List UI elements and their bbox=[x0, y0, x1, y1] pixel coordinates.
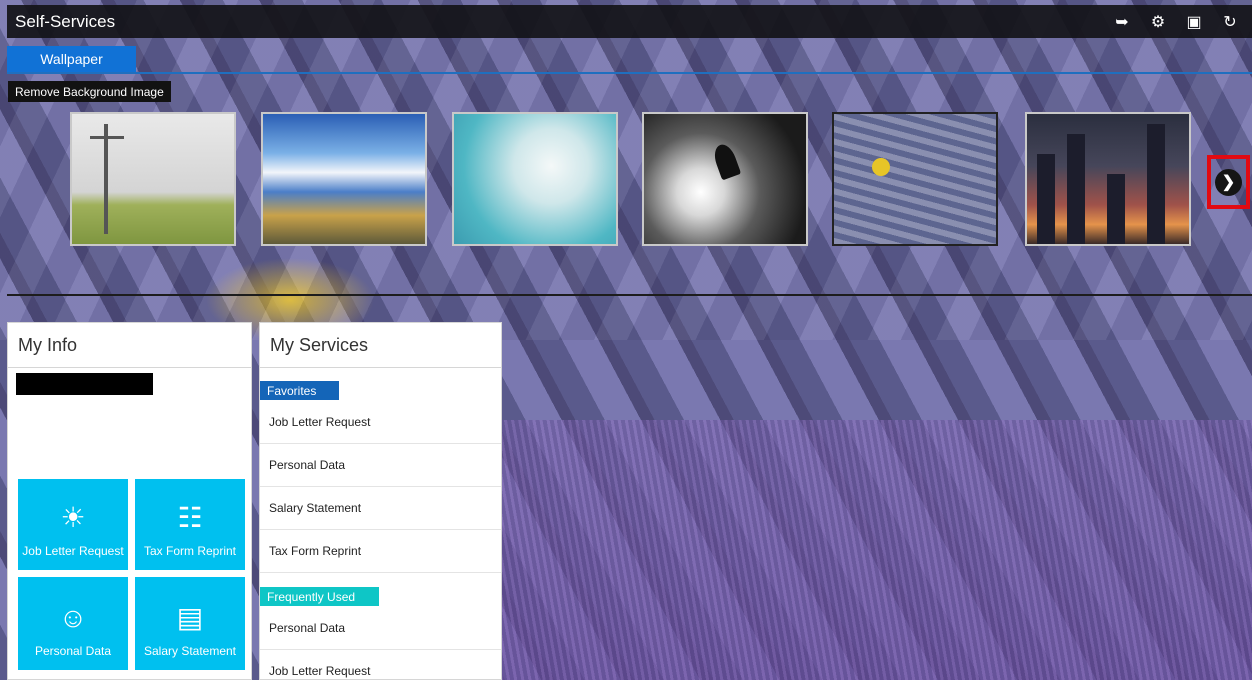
wallpaper-thumbnail-city-night[interactable] bbox=[1025, 112, 1191, 246]
org-chart-icon: ☷ bbox=[177, 502, 203, 533]
signpost-arm-graphic bbox=[90, 136, 124, 139]
tile-label: Salary Statement bbox=[143, 644, 237, 658]
tile-label: Personal Data bbox=[34, 644, 112, 658]
remove-background-button[interactable]: Remove Background Image bbox=[8, 81, 171, 102]
service-item[interactable]: Personal Data bbox=[260, 607, 501, 650]
section-divider bbox=[7, 294, 1252, 296]
next-wallpapers-button[interactable]: ❯ bbox=[1207, 155, 1250, 209]
money-icon: ▤ bbox=[176, 602, 204, 633]
settings-icon[interactable]: ⚙ bbox=[1148, 12, 1168, 32]
tile-label: Tax Form Reprint bbox=[143, 544, 237, 558]
tab-wallpaper[interactable]: Wallpaper bbox=[7, 46, 136, 72]
tab-bar: Wallpaper bbox=[7, 46, 1252, 74]
job-letter-icon: ☀ bbox=[60, 502, 86, 533]
person-icon: ☺ bbox=[58, 602, 88, 633]
wallpaper-thumbnail-signpost[interactable] bbox=[70, 112, 236, 246]
header-actions: ➥ ⚙ ▣ ↻ bbox=[1112, 12, 1240, 32]
tower-graphic bbox=[1037, 154, 1055, 244]
favorites-label: Favorites bbox=[260, 381, 339, 400]
sunflower-graphic bbox=[872, 158, 890, 176]
wallpaper-field bbox=[500, 420, 1252, 680]
service-item[interactable]: Job Letter Request bbox=[260, 650, 501, 679]
image-icon[interactable]: ▣ bbox=[1184, 12, 1204, 32]
tile-salary-statement[interactable]: ▤ Salary Statement bbox=[135, 577, 245, 670]
back-icon[interactable]: ➥ bbox=[1112, 12, 1132, 32]
refresh-icon[interactable]: ↻ bbox=[1220, 12, 1240, 32]
app-title: Self-Services bbox=[15, 11, 116, 31]
redacted-user-name bbox=[16, 373, 153, 395]
wallpaper-thumbnail-dandelion[interactable] bbox=[452, 112, 618, 246]
chevron-right-icon: ❯ bbox=[1215, 168, 1242, 196]
wallpaper-thumbnail-lavender-field[interactable] bbox=[832, 112, 998, 246]
snowboarder-graphic bbox=[710, 141, 742, 181]
tile-tax-form-reprint[interactable]: ☷ Tax Form Reprint bbox=[135, 479, 245, 570]
service-item[interactable]: Job Letter Request bbox=[260, 401, 501, 444]
service-item[interactable]: Tax Form Reprint bbox=[260, 530, 501, 573]
tile-job-letter-request[interactable]: ☀ Job Letter Request bbox=[18, 479, 128, 570]
tower-graphic bbox=[1147, 124, 1165, 244]
my-info-title: My Info bbox=[8, 323, 251, 368]
tile-label: Job Letter Request bbox=[22, 544, 124, 558]
tower-graphic bbox=[1067, 134, 1085, 244]
frequently-used-label: Frequently Used bbox=[260, 587, 379, 606]
wallpaper-thumbnail-road-sky[interactable] bbox=[261, 112, 427, 246]
signpost-graphic bbox=[104, 124, 108, 234]
service-item[interactable]: Salary Statement bbox=[260, 487, 501, 530]
my-services-panel: My Services Favorites Job Letter Request… bbox=[259, 322, 502, 680]
wallpaper-thumbnail-snowboarder[interactable] bbox=[642, 112, 808, 246]
tile-personal-data[interactable]: ☺ Personal Data bbox=[18, 577, 128, 670]
my-services-title: My Services bbox=[260, 323, 501, 368]
tower-graphic bbox=[1107, 174, 1125, 244]
title-bar: Self-Services ➥ ⚙ ▣ ↻ bbox=[7, 5, 1252, 38]
service-item[interactable]: Personal Data bbox=[260, 444, 501, 487]
my-info-panel: My Info ☀ Job Letter Request ☷ Tax Form … bbox=[7, 322, 252, 680]
